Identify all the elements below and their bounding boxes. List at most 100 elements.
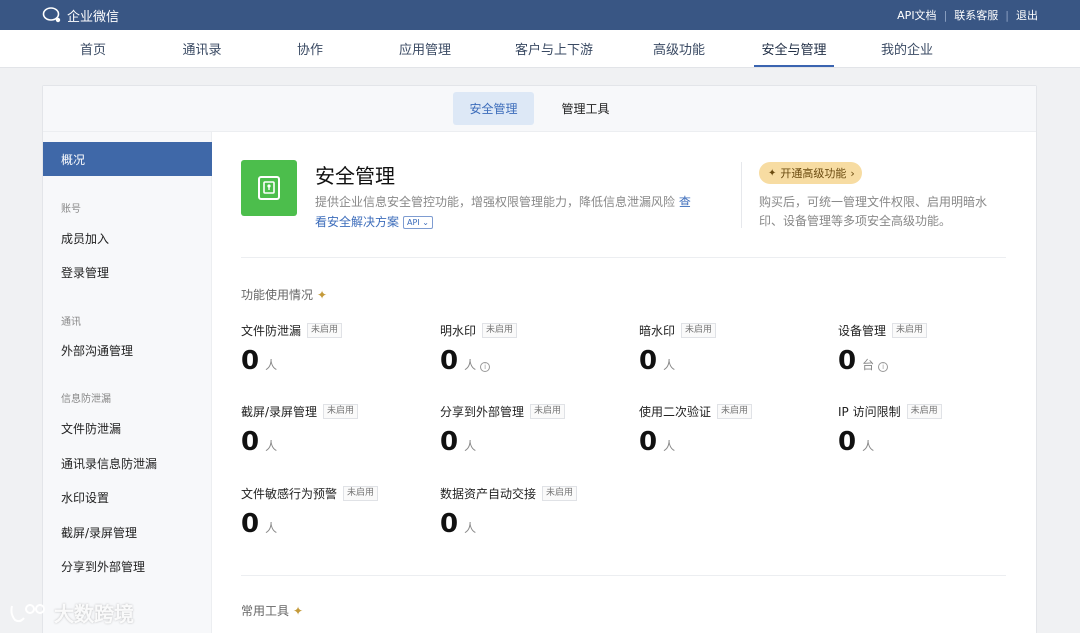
divider <box>241 575 1006 576</box>
metric-two-factor-auth: 使用二次验证 未启用 0人 <box>639 403 829 456</box>
content-area: 安全管理 提供企业信息安全管控功能，增强权限管理能力，降低信息泄漏风险 查看安全… <box>241 132 1006 633</box>
metric-value: 0 <box>838 427 857 457</box>
info-icon[interactable]: i <box>480 362 491 372</box>
sidebar-item-member-join[interactable]: 成员加入 <box>61 230 109 247</box>
status-badge: 未启用 <box>717 404 753 419</box>
security-description: 提供企业信息安全管控功能，增强权限管理能力，降低信息泄漏风险 查看安全解决方案 A… <box>315 192 695 232</box>
sparkle-icon: ✦ <box>317 287 328 302</box>
metric-name: 明水印 <box>440 324 477 338</box>
tab-security-management[interactable]: 安全管理 <box>453 92 534 125</box>
metric-unit: 台 <box>862 358 875 372</box>
upgrade-description: 购买后，可统一管理文件权限、启用明暗水印、设备管理等多项安全高级功能。 <box>759 195 988 228</box>
metric-unit: 人 <box>663 358 676 372</box>
status-badge: 未启用 <box>542 486 578 501</box>
nav-contacts[interactable]: 通讯录 <box>144 30 260 67</box>
contact-support-link[interactable]: 联系客服 <box>954 7 998 23</box>
sidebar-item-login-management[interactable]: 登录管理 <box>61 264 109 281</box>
metric-name: 截屏/录屏管理 <box>241 405 318 419</box>
nav-app-management[interactable]: 应用管理 <box>360 30 490 67</box>
metric-data-asset-handover: 数据资产自动交接 未启用 0人 <box>440 485 630 538</box>
sidebar: 概况 账号 成员加入 登录管理 通讯 外部沟通管理 信息防泄漏 文件防泄漏 通讯… <box>43 132 212 633</box>
top-bar: 企业微信 API文档 | 联系客服 | 退出 <box>0 0 1080 30</box>
nav-my-enterprise[interactable]: 我的企业 <box>857 30 957 67</box>
upgrade-button-label: 开通高级功能 <box>780 167 847 180</box>
api-docs-link[interactable]: API文档 <box>897 7 936 23</box>
metric-unit: 人 <box>663 439 676 453</box>
tab-management-tools[interactable]: 管理工具 <box>546 92 626 125</box>
status-badge: 未启用 <box>307 323 343 338</box>
metric-unit: 人 <box>265 358 278 372</box>
sidebar-group-communication: 通讯 <box>61 317 81 328</box>
sidebar-item-contacts-leak-prevention[interactable]: 通讯录信息防泄漏 <box>61 455 157 472</box>
metric-value: 0 <box>440 509 459 539</box>
metric-name: 暗水印 <box>639 324 676 338</box>
brand-logo[interactable]: 企业微信 <box>42 6 119 25</box>
metric-ip-access-restriction: IP 访问限制 未启用 0人 <box>838 403 1028 456</box>
metric-name: 数据资产自动交接 <box>440 487 537 501</box>
metric-value: 0 <box>440 427 459 457</box>
metric-name: IP 访问限制 <box>838 405 901 419</box>
page-title: 安全管理 <box>315 164 395 188</box>
metric-value: 0 <box>639 427 658 457</box>
metric-unit: 人 <box>464 358 477 372</box>
sidebar-item-watermark-settings[interactable]: 水印设置 <box>61 489 109 506</box>
chevron-down-icon: ⌄ <box>422 218 429 227</box>
sidebar-item-file-leak-prevention[interactable]: 文件防泄漏 <box>61 420 121 437</box>
sidebar-group-leak-prevention: 信息防泄漏 <box>61 394 111 405</box>
watermark-text: 大数跨境 <box>54 602 134 626</box>
metric-external-share: 分享到外部管理 未启用 0人 <box>440 403 630 456</box>
vertical-divider <box>741 162 742 228</box>
metric-name: 分享到外部管理 <box>440 405 525 419</box>
tools-section-label: 常用工具 ✦ <box>241 602 303 619</box>
metric-invisible-watermark: 暗水印 未启用 0人 <box>639 322 829 375</box>
api-dropdown[interactable]: API ⌄ <box>403 216 433 229</box>
api-tag-label: API <box>407 218 420 227</box>
nav-home[interactable]: 首页 <box>42 30 144 67</box>
shield-icon <box>241 160 297 216</box>
main-nav: 首页 通讯录 协作 应用管理 客户与上下游 高级功能 安全与管理 我的企业 <box>0 30 1080 68</box>
divider <box>241 257 1006 258</box>
status-badge: 未启用 <box>681 323 717 338</box>
status-badge: 未启用 <box>530 404 566 419</box>
metric-file-sensitive-alert: 文件敏感行为预警 未启用 0人 <box>241 485 431 538</box>
metric-name: 使用二次验证 <box>639 405 712 419</box>
metric-unit: 人 <box>265 439 278 453</box>
sparkle-icon: ✦ <box>768 167 777 179</box>
upgrade-advanced-button[interactable]: ✦ 开通高级功能 › <box>759 162 862 184</box>
watermark-overlay: 大数跨境 <box>8 598 134 627</box>
metric-screenshot-management: 截屏/录屏管理 未启用 0人 <box>241 403 431 456</box>
sub-tabs: 安全管理 管理工具 <box>43 86 1036 132</box>
info-icon[interactable]: i <box>878 362 889 372</box>
metric-value: 0 <box>639 346 658 376</box>
status-badge: 未启用 <box>482 323 518 338</box>
nav-collaboration[interactable]: 协作 <box>260 30 360 67</box>
sidebar-item-screenshot-management[interactable]: 截屏/录屏管理 <box>61 524 137 541</box>
sidebar-item-overview[interactable]: 概况 <box>43 142 212 176</box>
sparkle-icon: ✦ <box>293 603 304 618</box>
metric-file-leak-prevention: 文件防泄漏 未启用 0人 <box>241 322 431 375</box>
chevron-right-icon: › <box>850 166 855 180</box>
metric-value: 0 <box>838 346 857 376</box>
description-text: 提供企业信息安全管控功能，增强权限管理能力，降低信息泄漏风险 <box>315 195 676 209</box>
metric-unit: 人 <box>265 521 278 535</box>
metric-value: 0 <box>440 346 459 376</box>
sidebar-item-external-communication[interactable]: 外部沟通管理 <box>61 342 133 359</box>
nav-security-management[interactable]: 安全与管理 <box>754 30 834 67</box>
sidebar-item-external-share-management[interactable]: 分享到外部管理 <box>61 558 145 575</box>
metric-visible-watermark: 明水印 未启用 0人i <box>440 322 630 375</box>
wecom-logo-icon <box>42 7 61 23</box>
status-badge: 未启用 <box>323 404 359 419</box>
metric-name: 文件防泄漏 <box>241 324 302 338</box>
sidebar-group-account: 账号 <box>61 204 81 215</box>
nav-customers-partners[interactable]: 客户与上下游 <box>490 30 618 67</box>
metric-unit: 人 <box>862 439 875 453</box>
usage-section-label: 功能使用情况 ✦ <box>241 286 327 303</box>
main-card: 安全管理 管理工具 概况 账号 成员加入 登录管理 通讯 外部沟通管理 信息防泄… <box>42 85 1037 633</box>
metric-value: 0 <box>241 427 260 457</box>
nav-advanced-features[interactable]: 高级功能 <box>618 30 740 67</box>
status-badge: 未启用 <box>892 323 928 338</box>
separator: | <box>1005 8 1009 22</box>
usage-label-text: 功能使用情况 <box>241 288 314 302</box>
logout-link[interactable]: 退出 <box>1016 7 1038 23</box>
metric-unit: 人 <box>464 521 477 535</box>
